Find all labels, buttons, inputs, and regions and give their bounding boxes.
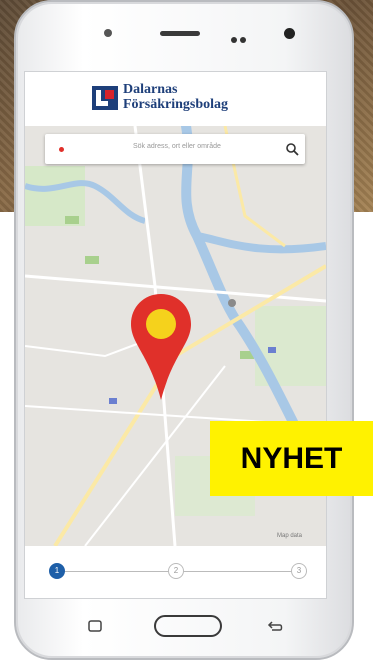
recent-apps-icon[interactable] [86,620,104,632]
logo-icon [92,86,118,110]
earpiece-speaker [160,31,200,36]
step-2[interactable]: 2 [168,563,184,579]
brand-name-line1: Dalarnas [123,82,178,97]
proximity-sensor-icon [231,30,253,43]
search-icon[interactable] [285,142,299,156]
new-badge: NYHET [210,421,373,496]
home-button[interactable] [154,615,222,637]
search-input[interactable]: Sök adress, ort eller område [133,143,221,150]
location-pin-icon[interactable] [129,292,193,402]
progress-stepper: 1 2 3 [25,546,326,598]
app-header: Dalarnas Försäkringsbolag [25,72,326,126]
new-badge-label: NYHET [240,441,343,475]
front-sensor-icon [104,29,112,37]
brand-name-line2: Försäkringsbolag [123,97,229,112]
step-1[interactable]: 1 [49,563,65,579]
step-3[interactable]: 3 [291,563,307,579]
back-icon[interactable] [266,620,284,632]
search-bar[interactable]: Sök adress, ort eller område [45,134,305,164]
location-dot-icon [59,147,64,152]
brand-name: Dalarnas Försäkringsbolag [123,82,228,112]
map-credit: Map data [277,533,303,539]
front-camera-icon [284,28,295,39]
phone-screen: Dalarnas Försäkringsbolag Sök adress, or… [24,71,327,599]
